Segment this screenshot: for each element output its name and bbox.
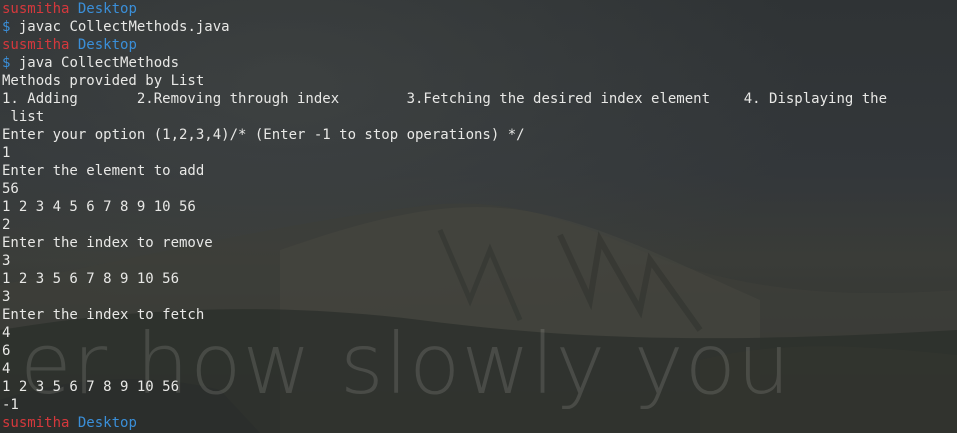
- output-line: Enter your option (1,2,3,4)/* (Enter -1 …: [2, 127, 525, 143]
- prompt-directory: Desktop: [77, 415, 137, 431]
- command-text: java CollectMethods: [18, 55, 180, 71]
- output-line: 1 2 3 5 6 7 8 9 10 56: [2, 271, 180, 287]
- output-line: 1 2 3 4 5 6 7 8 9 10 56: [2, 199, 196, 215]
- prompt-symbol: $: [2, 55, 11, 71]
- prompt-symbol: $: [2, 19, 11, 35]
- prompt-line: susmitha Desktop: [2, 0, 887, 18]
- output-line: Enter the index to remove: [2, 235, 213, 251]
- output-line: 1 2 3 5 6 7 8 9 10 56: [2, 379, 180, 395]
- output-line: 56: [2, 181, 19, 197]
- command-text: javac CollectMethods.java: [18, 19, 230, 35]
- prompt-user: susmitha: [2, 1, 70, 17]
- output-line: 3: [2, 289, 11, 305]
- output-line: Enter the element to add: [2, 163, 205, 179]
- prompt-directory: Desktop: [77, 1, 137, 17]
- prompt-line: susmitha Desktop: [2, 36, 887, 54]
- output-line: 6: [2, 343, 11, 359]
- prompt-line: susmitha Desktop: [2, 414, 887, 432]
- output-line: 1. Adding 2.Removing through index 3.Fet…: [2, 91, 888, 107]
- output-line: 2: [2, 217, 11, 233]
- output-line: -1: [2, 397, 19, 413]
- command-line: $ java CollectMethods: [2, 54, 887, 72]
- terminal-window[interactable]: er how slowly you susmitha Desktop $ jav…: [0, 0, 957, 433]
- terminal-output: susmitha Desktop $ javac CollectMethods.…: [2, 0, 887, 432]
- output-line: 3: [2, 253, 11, 269]
- output-line: 4: [2, 361, 11, 377]
- output-line: Enter the index to fetch: [2, 307, 205, 323]
- prompt-directory: Desktop: [77, 37, 137, 53]
- prompt-user: susmitha: [2, 37, 70, 53]
- command-line: $ javac CollectMethods.java: [2, 18, 887, 36]
- output-line: list: [2, 109, 45, 125]
- output-line: 1: [2, 145, 11, 161]
- output-line: Methods provided by List: [2, 73, 205, 89]
- prompt-user: susmitha: [2, 415, 70, 431]
- output-line: 4: [2, 325, 11, 341]
